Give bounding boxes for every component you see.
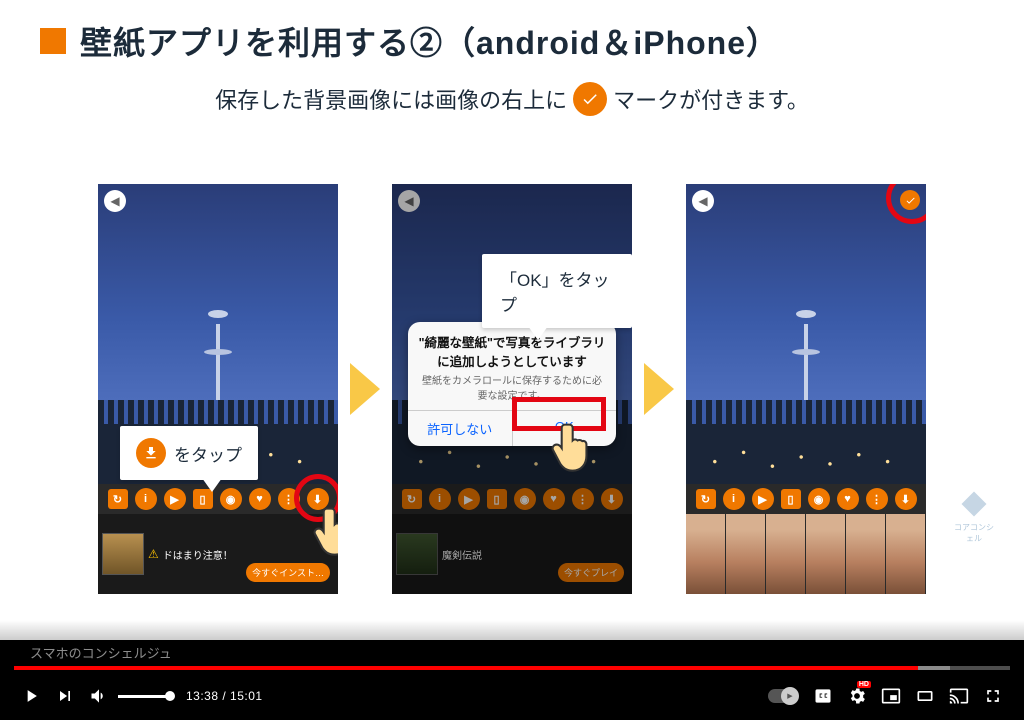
channel-name: スマホのコンシェルジュ — [30, 643, 172, 662]
slide-subtitle: 保存した背景画像には画像の右上に マークが付きます。 — [40, 82, 984, 116]
miniplayer-button[interactable] — [874, 679, 908, 713]
refresh-icon: ↻ — [696, 489, 716, 509]
callout-tap-ok: 「OK」をタップ — [482, 254, 632, 328]
ad-banner-1: ⚠ ドはまり注意！ 今すぐインスト… — [98, 514, 338, 594]
heart-icon: ♥ — [837, 488, 859, 510]
progress-bar[interactable] — [14, 666, 1010, 670]
dialog-deny-button: 許可しない — [408, 411, 512, 446]
phone-step-2: ◀ ↻ i ▶ ▯ ◉ ♥ ⋮ ⬇ 魔剣伝説 今すぐプレイ "綺麗な壁紙"で — [392, 184, 632, 594]
check-icon — [573, 82, 607, 116]
time-display: 13:38 / 15:01 — [186, 689, 263, 703]
settings-button[interactable]: HD — [840, 679, 874, 713]
volume-button[interactable] — [82, 679, 116, 713]
heart-icon: ♥ — [249, 488, 271, 510]
download-circle-icon — [136, 438, 166, 468]
hand-pointer-icon — [550, 420, 594, 476]
arrow-right-icon — [644, 363, 674, 415]
arrow-right-icon — [350, 363, 380, 415]
player-controls: 13:38 / 15:01 HD — [0, 672, 1024, 720]
hd-badge: HD — [857, 681, 871, 688]
progress-played — [14, 666, 918, 670]
subtitle-text-after: マークが付きます。 — [613, 83, 809, 115]
watermark-logo: コアコンシェル — [952, 486, 996, 544]
app-toolbar: ↻ i ▶ ▯ ◉ ♥ ⋮ ⬇ — [686, 484, 926, 514]
callout-tap-download: をタップ — [120, 426, 258, 480]
ad-thumb-icon — [102, 533, 144, 575]
eye-icon: ◉ — [808, 488, 830, 510]
download-icon: ⬇ — [895, 488, 917, 510]
autoplay-toggle[interactable] — [768, 689, 798, 703]
hand-pointer-icon — [312, 504, 338, 560]
phone-step-1: ◀ ↻ i ▶ ▯ ◉ ♥ ⋮ ⬇ ⚠ ドはまり注意！ 今すぐインスト… — [98, 184, 338, 594]
info-icon: i — [723, 488, 745, 510]
slide-title: 壁紙アプリを利用する②（android＆iPhone） — [80, 18, 779, 64]
eye-icon: ◉ — [220, 488, 242, 510]
play-icon: ▶ — [164, 488, 186, 510]
phones-row: ◀ ↻ i ▶ ▯ ◉ ♥ ⋮ ⬇ ⚠ ドはまり注意！ 今すぐインスト… — [40, 138, 984, 640]
captions-button[interactable] — [806, 679, 840, 713]
fullscreen-button[interactable] — [976, 679, 1010, 713]
info-icon: i — [135, 488, 157, 510]
next-button[interactable] — [48, 679, 82, 713]
phone-step-3: ◀ ↻ i ▶ ▯ ◉ ♥ ⋮ ⬇ — [686, 184, 926, 594]
share-icon: ⋮ — [866, 488, 888, 510]
ad-cta-1: 今すぐインスト… — [246, 563, 330, 582]
back-icon: ◀ — [692, 190, 714, 212]
ad-warning: ⚠ ドはまり注意！ — [148, 547, 233, 562]
dialog-title: "綺麗な壁紙"で写真をライブラリに追加しようとしています — [408, 322, 616, 372]
video-slide-content: 壁紙アプリを利用する②（android＆iPhone） 保存した背景画像には画像… — [0, 0, 1024, 640]
slide-bullet-icon — [40, 28, 66, 54]
back-icon: ◀ — [104, 190, 126, 212]
theater-button[interactable] — [908, 679, 942, 713]
note-icon: ▯ — [781, 489, 801, 509]
cast-button[interactable] — [942, 679, 976, 713]
note-icon: ▯ — [193, 489, 213, 509]
play-button[interactable] — [14, 679, 48, 713]
subtitle-text-before: 保存した背景画像には画像の右上に — [215, 83, 567, 115]
warning-icon: ⚠ — [148, 547, 159, 561]
ad-faces-row — [686, 514, 926, 594]
refresh-icon: ↻ — [108, 489, 128, 509]
play-icon: ▶ — [752, 488, 774, 510]
volume-slider[interactable] — [118, 695, 170, 698]
